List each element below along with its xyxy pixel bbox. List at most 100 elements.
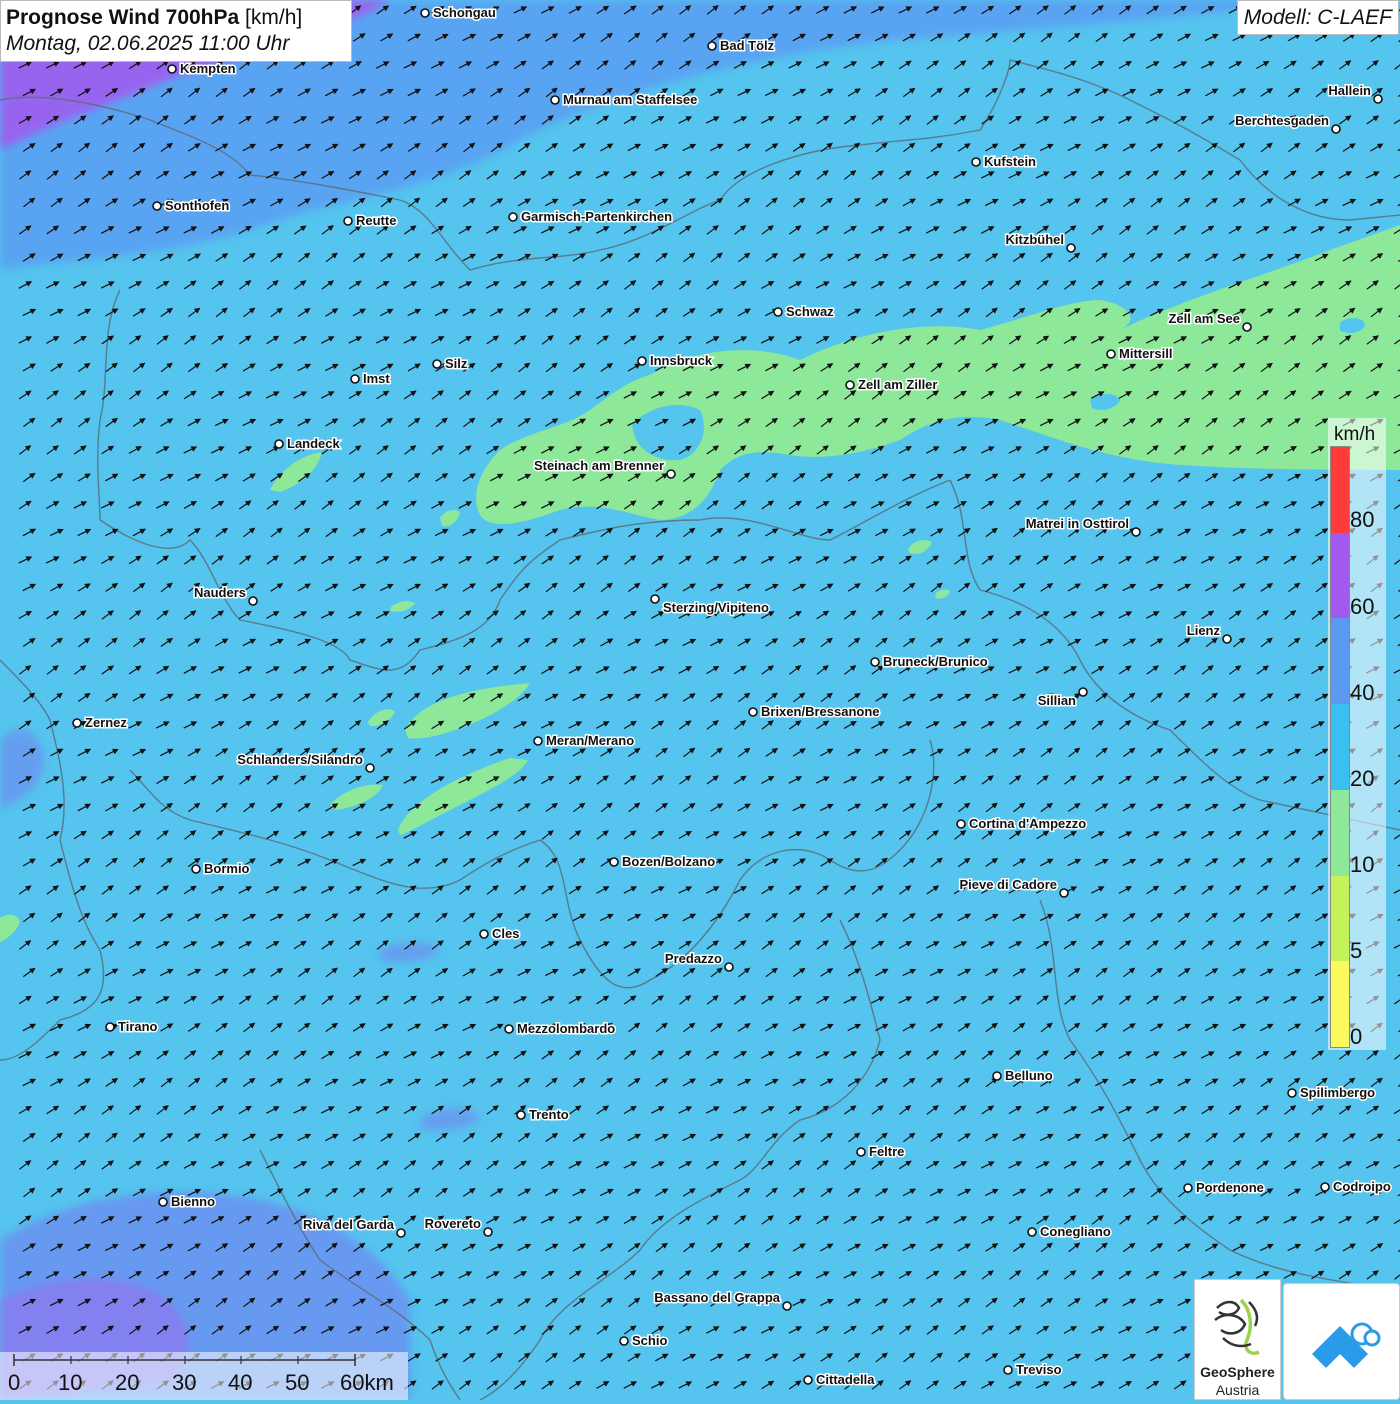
city-label: Zernez — [85, 715, 127, 730]
city-label: Bienno — [171, 1194, 215, 1209]
city-label: Schio — [632, 1333, 667, 1348]
city-label: Sillian — [1038, 693, 1076, 708]
city-label: Imst — [363, 371, 390, 386]
color-legend: km/h 80 60 40 20 10 5 0 — [1328, 418, 1386, 1050]
city-dot — [1184, 1184, 1192, 1192]
city-label: Cles — [492, 926, 519, 941]
title-unit: [km/h] — [245, 6, 302, 29]
city-label: Trento — [529, 1107, 569, 1122]
city-label: Meran/Merano — [546, 733, 634, 748]
logo-name-line1: GeoSphere — [1195, 1364, 1280, 1380]
city-dot — [249, 597, 257, 605]
city-label: Kufstein — [984, 154, 1036, 169]
city-dot — [480, 930, 488, 938]
legend-label-60: 60 — [1350, 594, 1374, 620]
city-dot — [957, 820, 965, 828]
map-title: Prognose Wind 700hPa [km/h] Montag, 02.0… — [0, 0, 352, 62]
legend-label-5: 5 — [1350, 938, 1362, 964]
legend-unit: km/h — [1334, 424, 1375, 446]
city-dot — [433, 360, 441, 368]
city-dot — [1004, 1366, 1012, 1374]
city-label: Steinach am Brenner — [534, 458, 664, 473]
city-dot — [1374, 95, 1382, 103]
city-label: Cittadella — [816, 1372, 875, 1387]
title-text: Prognose Wind 700hPa — [6, 6, 239, 29]
city-dot — [1288, 1089, 1296, 1097]
city-label: Silz — [445, 356, 468, 371]
city-label: Bad Tölz — [720, 38, 775, 53]
city-label: Garmisch-Partenkirchen — [521, 209, 672, 224]
city-dot — [667, 470, 675, 478]
city-label: Brixen/Bressanone — [761, 704, 880, 719]
city-label: Reutte — [356, 213, 396, 228]
city-label: Schwaz — [786, 304, 834, 319]
city-label: Kempten — [180, 61, 236, 76]
city-dot — [783, 1302, 791, 1310]
legend-label-80: 80 — [1350, 507, 1374, 533]
legend-label-10: 10 — [1350, 852, 1374, 878]
city-label: Zell am See — [1168, 311, 1240, 326]
city-dot — [421, 9, 429, 17]
city-label: Spilimbergo — [1300, 1085, 1375, 1100]
city-dot — [1321, 1183, 1329, 1191]
legend-label-40: 40 — [1350, 680, 1374, 706]
city-marker: Mezzolombardo — [505, 1021, 615, 1036]
city-dot — [534, 737, 542, 745]
city-marker: Zell am Ziller — [846, 377, 937, 392]
city-label: Treviso — [1016, 1362, 1062, 1377]
city-dot — [1223, 635, 1231, 643]
legend-color-6 — [1331, 961, 1349, 1047]
scale-label-60km: 60km — [340, 1370, 394, 1396]
city-dot — [351, 375, 359, 383]
city-dot — [749, 708, 757, 716]
city-dot — [509, 213, 517, 221]
city-dot — [804, 1376, 812, 1384]
city-label: Innsbruck — [650, 353, 713, 368]
legend-color-0 — [1331, 447, 1349, 533]
city-label: Pordenone — [1196, 1180, 1264, 1195]
scale-bar-line — [0, 1352, 408, 1372]
city-dot — [1079, 688, 1087, 696]
city-label: Bozen/Bolzano — [622, 854, 715, 869]
logo-name-line2: Austria — [1195, 1382, 1280, 1398]
city-dot — [153, 202, 161, 210]
scale-label-10: 10 — [58, 1370, 82, 1396]
city-marker: Brixen/Bressanone — [749, 704, 880, 719]
city-dot — [366, 764, 374, 772]
scale-label-20: 20 — [115, 1370, 139, 1396]
city-label: Mittersill — [1119, 346, 1172, 361]
city-dot — [871, 658, 879, 666]
city-dot — [551, 96, 559, 104]
legend-color-5 — [1331, 876, 1349, 962]
scale-label-30: 30 — [172, 1370, 196, 1396]
city-dot — [708, 42, 716, 50]
city-marker: Conegliano — [1028, 1224, 1111, 1239]
city-dot — [168, 65, 176, 73]
geosphere-logo: GeoSphere Austria — [1194, 1279, 1281, 1400]
scale-label-0: 0 — [8, 1370, 20, 1396]
city-label: Zell am Ziller — [858, 377, 937, 392]
legend-label-20: 20 — [1350, 766, 1374, 792]
city-dot — [972, 158, 980, 166]
scale-label-40: 40 — [228, 1370, 252, 1396]
city-label: Berchtesgaden — [1235, 113, 1329, 128]
city-marker: Sonthofen — [153, 198, 229, 213]
city-dot — [1132, 528, 1140, 536]
city-label: Sterzing/Vipiteno — [663, 600, 769, 615]
city-dot — [1243, 323, 1251, 331]
city-label: Bruneck/Brunico — [883, 654, 988, 669]
city-dot — [620, 1337, 628, 1345]
city-label: Codroipo — [1333, 1179, 1391, 1194]
legend-label-0: 0 — [1350, 1024, 1362, 1050]
city-marker: Meran/Merano — [534, 733, 634, 748]
city-dot — [505, 1025, 513, 1033]
city-marker: Murnau am Staffelsee — [551, 92, 697, 107]
city-label: Tirano — [118, 1019, 158, 1034]
city-dot — [397, 1229, 405, 1237]
city-label: Bormio — [204, 861, 250, 876]
legend-color-bar — [1330, 446, 1350, 1048]
city-dot — [846, 381, 854, 389]
wind-map: SchongauBad TölzKemptenMurnau am Staffel… — [0, 0, 1400, 1400]
city-label: Predazzo — [665, 951, 722, 966]
city-marker: Garmisch-Partenkirchen — [509, 209, 672, 224]
